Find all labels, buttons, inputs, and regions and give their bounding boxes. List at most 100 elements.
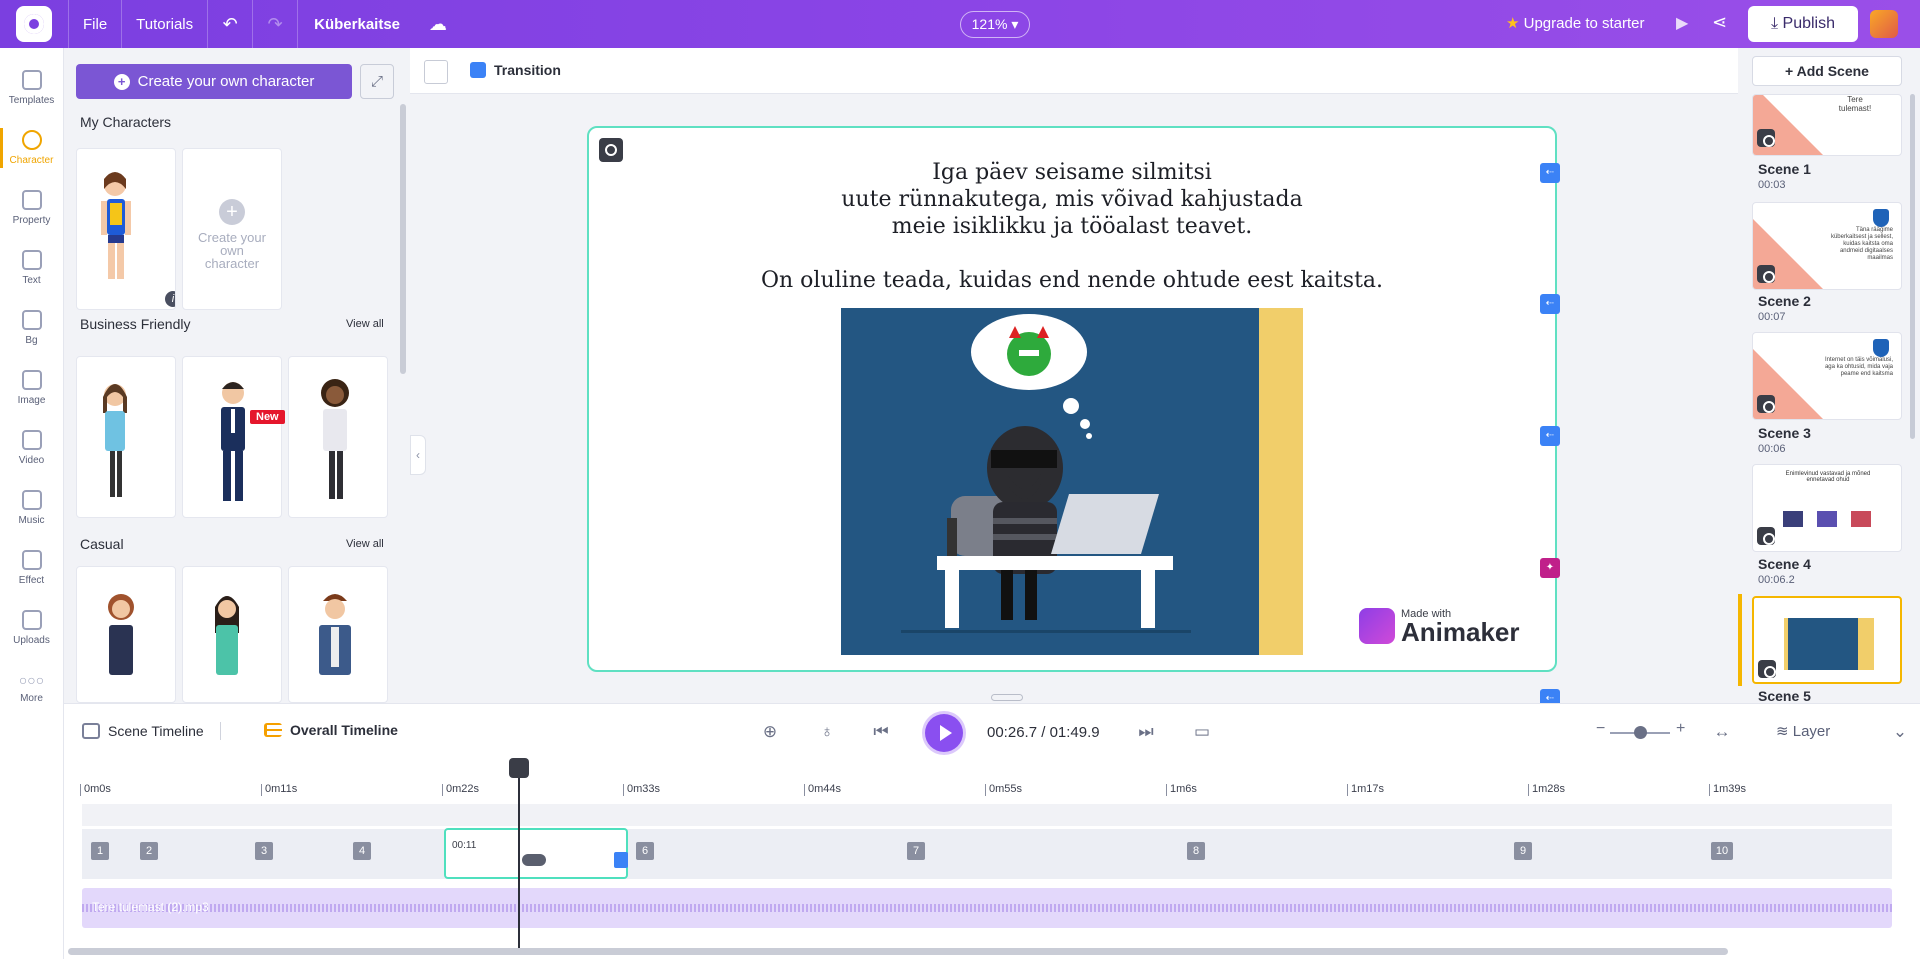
upgrade-link[interactable]: ★ Upgrade to starter — [1506, 14, 1645, 32]
camera-icon[interactable] — [1757, 395, 1775, 413]
scene-transition-icon[interactable]: ✦ — [1540, 558, 1560, 578]
info-icon[interactable]: i — [165, 291, 175, 307]
hacker-illustration[interactable] — [841, 308, 1303, 655]
character-card[interactable] — [76, 566, 176, 703]
collapse-timeline-icon[interactable]: ⌄ — [1888, 720, 1912, 744]
playhead[interactable] — [518, 768, 520, 948]
zoom-slider-knob[interactable] — [1634, 726, 1647, 739]
scene-transition-icon[interactable]: ⇠ — [1540, 163, 1560, 183]
skip-forward-icon[interactable]: ⏭ — [1134, 720, 1158, 744]
slide-text-line-2[interactable]: uute rünnakutega, mis võivad kahjustada — [589, 186, 1555, 213]
tutorials-menu[interactable]: Tutorials — [122, 16, 207, 33]
scene-thumbnail-5[interactable] — [1752, 596, 1902, 684]
transition-icon[interactable] — [614, 852, 628, 868]
scene-block-number[interactable]: 2 — [140, 842, 158, 860]
scene-block-number[interactable]: 7 — [907, 842, 925, 860]
camera-focus-icon[interactable]: ⊕ — [758, 720, 782, 744]
layer-button[interactable]: ≋ Layer — [1776, 722, 1830, 740]
project-title[interactable]: Küberkaitse — [298, 16, 416, 33]
rail-text[interactable]: Text — [0, 238, 63, 298]
bg-icon — [21, 310, 42, 330]
create-character-card[interactable]: + Create your own character — [182, 148, 282, 310]
scene-thumbnail-1[interactable]: Tere tulemast! — [1752, 94, 1902, 156]
file-menu[interactable]: File — [69, 16, 121, 33]
canvas-resize-handle[interactable] — [991, 694, 1023, 701]
more-options-icon[interactable] — [522, 854, 546, 866]
create-character-button[interactable]: + Create your own character — [76, 64, 352, 99]
panel-scrollbar[interactable] — [400, 104, 406, 374]
rail-templates[interactable]: Templates — [0, 58, 63, 118]
rail-property[interactable]: Property — [0, 178, 63, 238]
zoom-out-icon[interactable]: − — [1596, 720, 1605, 738]
rail-character[interactable]: Character — [0, 118, 63, 178]
scene-block-number[interactable]: 6 — [636, 842, 654, 860]
scene-block-number[interactable]: 1 — [91, 842, 109, 860]
camera-icon[interactable] — [1757, 129, 1775, 147]
scene-name[interactable]: Scene 3 — [1758, 425, 1811, 441]
add-scene-button[interactable]: + Add Scene — [1752, 56, 1902, 86]
undo-icon[interactable]: ↶ — [208, 14, 252, 35]
scene-panel-scrollbar[interactable] — [1910, 94, 1915, 439]
scene-block-number[interactable]: 9 — [1514, 842, 1532, 860]
redo-icon[interactable]: ↷ — [253, 14, 297, 35]
share-icon[interactable]: ⋖ — [1712, 12, 1727, 33]
character-card[interactable] — [76, 356, 176, 518]
publish-button[interactable]: ⤓ Publish — [1748, 6, 1858, 42]
scene-transition-icon[interactable]: ⇠ — [1540, 426, 1560, 446]
rail-effect[interactable]: Effect — [0, 538, 63, 598]
rail-image[interactable]: Image — [0, 358, 63, 418]
slide-text-line-3[interactable]: meie isiklikku ja tööalast teavet. — [589, 213, 1555, 240]
scene-transition-icon[interactable]: ⇠ — [1540, 294, 1560, 314]
rail-music[interactable]: Music — [0, 478, 63, 538]
rail-more[interactable]: ○○○ More — [0, 658, 63, 718]
microphone-icon[interactable]: ♁ — [815, 720, 839, 744]
camera-icon[interactable] — [1757, 527, 1775, 545]
rail-video[interactable]: Video — [0, 418, 63, 478]
selected-scene-block[interactable]: 00:11 — [444, 828, 628, 879]
character-card[interactable] — [288, 566, 388, 703]
overall-timeline-tab[interactable]: Overall Timeline — [264, 722, 398, 738]
skip-back-icon[interactable]: ⏮ — [869, 720, 893, 744]
scene-canvas[interactable]: Iga päev seisame silmitsi uute rünnakute… — [587, 126, 1557, 672]
rail-bg[interactable]: Bg — [0, 298, 63, 358]
scene-thumbnail-2[interactable]: Täna räägime küberkaitsest ja sellest, k… — [1752, 202, 1902, 290]
scene-block-number[interactable]: 3 — [255, 842, 273, 860]
character-card[interactable] — [182, 356, 282, 518]
scene-name[interactable]: Scene 5 — [1758, 688, 1811, 704]
scene-block-number[interactable]: 10 — [1711, 842, 1733, 860]
zoom-dropdown[interactable]: 121% ▾ — [960, 11, 1030, 38]
scene-thumbnail-3[interactable]: Internet on täis võimalusi, aga ka ohtus… — [1752, 332, 1902, 420]
scene-block-number[interactable]: 8 — [1187, 842, 1205, 860]
scene-name[interactable]: Scene 2 — [1758, 293, 1811, 309]
play-button[interactable] — [925, 714, 963, 752]
scene-timeline-tab[interactable]: Scene Timeline — [82, 722, 221, 740]
time-ruler[interactable]: 0m0s 0m11s 0m22s 0m33s 0m44s 0m55s 1m6s … — [80, 784, 1910, 804]
zoom-in-icon[interactable]: + — [1676, 720, 1685, 738]
slide-text-line-4[interactable]: On oluline teada, kuidas end nende ohtud… — [589, 267, 1555, 294]
fit-width-icon[interactable]: ↔ — [1710, 720, 1734, 744]
camera-icon[interactable] — [1757, 265, 1775, 283]
background-color-swatch[interactable] — [424, 60, 448, 84]
character-card[interactable]: i — [76, 148, 176, 310]
character-card[interactable] — [288, 356, 388, 518]
playhead-handle[interactable] — [509, 758, 529, 778]
camera-icon[interactable] — [1758, 660, 1776, 678]
rail-uploads[interactable]: Uploads — [0, 598, 63, 658]
scene-name[interactable]: Scene 4 — [1758, 556, 1811, 572]
scene-thumbnail-4[interactable]: Enimlevinud vastavad ja mõned ennetavad … — [1752, 464, 1902, 552]
preview-play-icon[interactable]: ▶ — [1676, 13, 1688, 33]
character-card[interactable] — [182, 566, 282, 703]
expand-icon[interactable]: ⤢ — [360, 64, 394, 99]
slide-text-line-1[interactable]: Iga päev seisame silmitsi — [589, 159, 1555, 186]
view-all-business-link[interactable]: View all — [346, 318, 384, 330]
scene-block-number[interactable]: 4 — [353, 842, 371, 860]
audio-track[interactable]: Tere tulemast (2).mp3 — [82, 888, 1892, 928]
subtitle-icon[interactable]: ▭ — [1190, 720, 1214, 744]
view-all-casual-link[interactable]: View all — [346, 538, 384, 550]
animaker-logo[interactable] — [16, 6, 52, 42]
scene-name[interactable]: Scene 1 — [1758, 161, 1811, 177]
collapse-panel-icon[interactable]: ‹ — [410, 435, 426, 475]
transition-button[interactable]: Transition — [470, 62, 561, 78]
timeline-scrollbar[interactable] — [68, 948, 1728, 955]
avatar[interactable] — [1870, 10, 1898, 38]
